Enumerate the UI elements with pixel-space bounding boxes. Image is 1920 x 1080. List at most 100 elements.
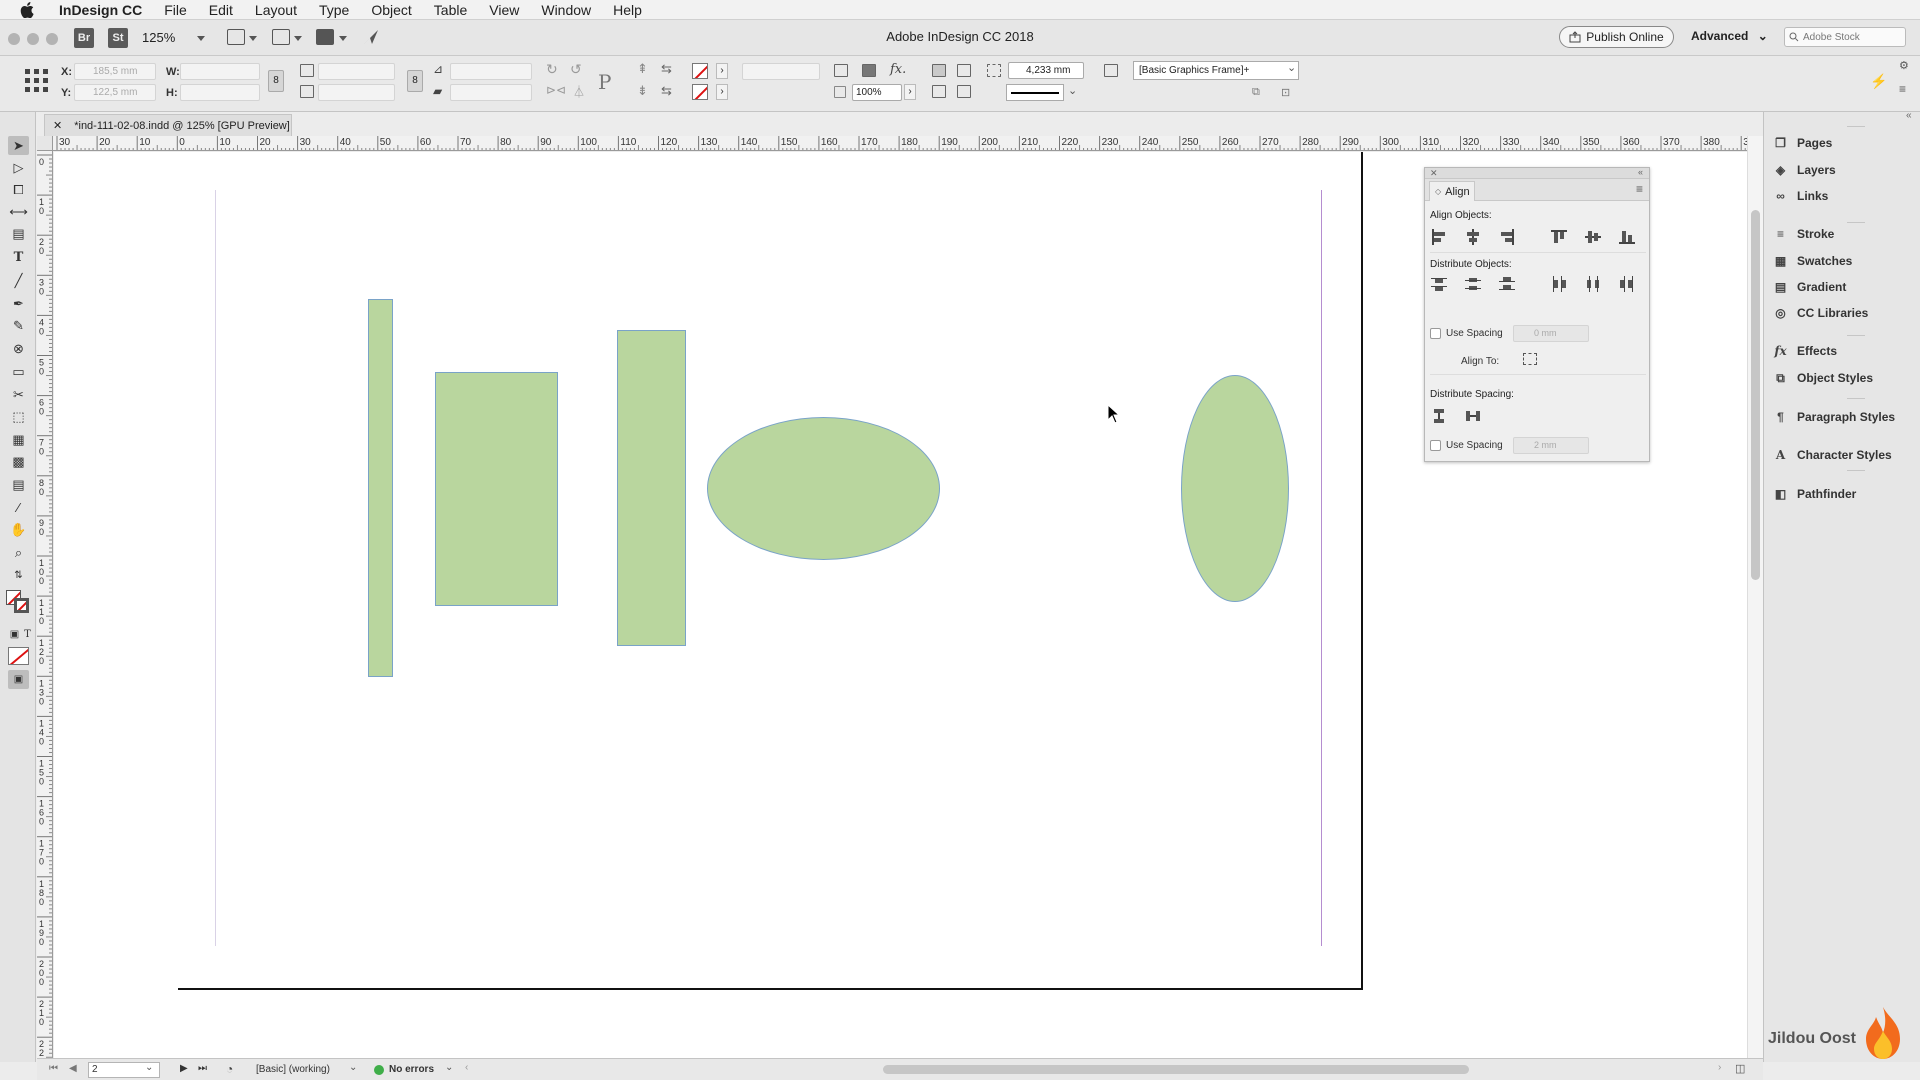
zoom-dropdown-icon[interactable] [197, 36, 205, 41]
quick-apply-icon[interactable]: ⚡ [1870, 73, 1887, 90]
distribute-right-edges-icon[interactable] [1619, 276, 1635, 292]
preflight-menu-icon[interactable]: ⌄ [445, 1062, 453, 1073]
collapse-dock-icon[interactable]: « [1906, 110, 1912, 121]
select-content-icon[interactable]: ⇟ [637, 83, 648, 99]
gradient-swatch-tool-icon[interactable]: ▦ [10, 432, 27, 447]
vertical-scroll-thumb[interactable] [1751, 210, 1760, 580]
menu-type[interactable]: Type [308, 2, 360, 18]
close-tab-icon[interactable]: ✕ [53, 119, 62, 132]
rotate-ccw-icon[interactable]: ↺ [570, 61, 582, 78]
last-page-icon[interactable]: ⏭ [198, 1063, 207, 1074]
menu-table[interactable]: Table [423, 2, 478, 18]
page-dropdown-icon[interactable]: ⌄ [145, 1062, 153, 1073]
object-style-select[interactable]: [Basic Graphics Frame]+ [1133, 61, 1299, 80]
distribute-bottom-edges-icon[interactable] [1499, 276, 1515, 292]
stroke-weight-value-field[interactable]: 4,233 mm [1008, 62, 1084, 79]
width-field[interactable] [180, 63, 260, 80]
hand-tool-icon[interactable]: ✋ [10, 522, 27, 537]
dock-item-links[interactable]: ∞ Links [1773, 187, 1828, 205]
apply-none-icon[interactable] [8, 647, 29, 665]
select-container-icon[interactable]: ⇞ [637, 61, 648, 77]
fit-frame-icon[interactable] [987, 64, 1001, 77]
content-collector-icon[interactable]: ▤ [10, 226, 27, 241]
tall-rectangle-frame[interactable] [617, 330, 686, 646]
note-tool-icon[interactable]: ▤ [10, 477, 27, 492]
edit-story-icon[interactable]: ◔ [226, 1062, 233, 1076]
height-field[interactable] [180, 84, 260, 101]
scale-x-field[interactable] [318, 63, 395, 80]
rectangle-tool-icon[interactable]: ▭ [10, 364, 27, 379]
vertical-ellipse-frame[interactable] [1181, 375, 1289, 602]
reference-point-icon[interactable] [23, 67, 51, 95]
constrain-scale-icon[interactable]: 8 [407, 70, 423, 92]
stroke-align-center-icon[interactable] [932, 64, 946, 77]
panel-menu-icon[interactable]: ≡ [1636, 182, 1643, 196]
next-page-icon[interactable]: ▶ [180, 1063, 188, 1074]
distribute-left-edges-icon[interactable] [1551, 276, 1567, 292]
menu-file[interactable]: File [153, 2, 198, 18]
screen-mode-normal-icon[interactable]: ▣ [8, 670, 29, 689]
split-window-icon[interactable]: ◫ [1735, 1062, 1745, 1075]
select-previous-icon[interactable]: ⇆ [661, 61, 672, 77]
scroll-right-icon[interactable]: › [1718, 1062, 1721, 1073]
corner-shape-icon[interactable] [957, 85, 971, 98]
rotate-cw-icon[interactable]: ↻ [546, 61, 558, 78]
apply-style-icon[interactable]: ⊡ [1281, 86, 1290, 99]
free-transform-tool-icon[interactable]: ⬚ [10, 409, 27, 424]
view-options-icon[interactable] [227, 29, 245, 45]
fill-swatch[interactable] [692, 63, 708, 79]
dock-item-swatches[interactable]: ▦ Swatches [1773, 252, 1853, 270]
send-icon[interactable] [362, 28, 380, 46]
stock-button[interactable]: St [108, 28, 128, 48]
previous-page-icon[interactable]: ◀ [69, 1063, 77, 1074]
collapse-panel-icon[interactable]: « [1638, 167, 1643, 177]
rotation-angle-field[interactable] [450, 63, 532, 80]
eyedropper-tool-icon[interactable]: ⁄ [10, 500, 27, 515]
close-window-button[interactable] [8, 33, 20, 45]
stock-search-input[interactable]: Adobe Stock [1784, 27, 1906, 47]
scroll-left-icon[interactable]: ‹ [465, 1062, 468, 1073]
horizontal-scroll-thumb[interactable] [883, 1065, 1469, 1074]
narrow-rectangle-frame[interactable] [368, 299, 393, 677]
menu-layout[interactable]: Layout [244, 2, 308, 18]
stroke-menu-icon[interactable]: › [716, 84, 728, 100]
menu-app-name[interactable]: InDesign CC [48, 2, 153, 18]
shear-angle-field[interactable] [450, 84, 532, 101]
line-tool-icon[interactable]: ╱ [10, 273, 27, 288]
stroke-type-select[interactable] [1006, 84, 1064, 101]
zoom-level[interactable]: 125% [142, 30, 175, 45]
ellipse-frame-tool-icon[interactable]: ⊗ [10, 341, 27, 356]
menu-edit[interactable]: Edit [198, 2, 244, 18]
bridge-button[interactable]: Br [74, 28, 94, 48]
auto-fit-icon[interactable] [1104, 64, 1118, 77]
fill-stroke-proxy-icon[interactable] [6, 590, 30, 614]
selection-tool-icon[interactable]: ➤ [8, 136, 29, 155]
pencil-tool-icon[interactable]: ✎ [10, 318, 27, 333]
constrain-proportions-icon[interactable]: 8 [268, 70, 284, 92]
default-fill-stroke-icon[interactable]: ⇅ [10, 568, 27, 583]
dock-item-layers[interactable]: ◈ Layers [1773, 161, 1836, 179]
stroke-type-dropdown-icon[interactable]: ⌄ [1068, 84, 1077, 97]
align-vertical-centers-icon[interactable] [1585, 229, 1601, 245]
horizontal-ruler[interactable]: 30 20 10 0 10 20 30 40 50 60 70 80 90 100 110 120 130 140… [53, 136, 1747, 151]
x-position-field[interactable]: 185,5 mm [74, 63, 156, 80]
clear-overrides-icon[interactable]: ⧉ [1252, 86, 1260, 99]
zoom-window-button[interactable] [46, 33, 58, 45]
distribute-horizontal-space-icon[interactable] [1465, 408, 1481, 424]
preflight-profile-dropdown-icon[interactable]: ⌄ [349, 1062, 357, 1073]
distribute-top-edges-icon[interactable] [1431, 276, 1447, 292]
align-top-edges-icon[interactable] [1551, 229, 1567, 245]
use-spacing-2-checkbox[interactable] [1430, 440, 1441, 451]
arrange-documents-icon[interactable] [316, 29, 334, 45]
ruler-origin[interactable] [37, 136, 53, 151]
direct-selection-tool-icon[interactable]: ▷ [10, 160, 27, 175]
distribute-vertical-centers-icon[interactable] [1465, 276, 1481, 292]
preflight-errors[interactable]: No errors [389, 1064, 434, 1075]
stroke-weight-field[interactable] [742, 63, 820, 80]
formatting-text-icon[interactable]: T [19, 627, 36, 642]
vertical-scrollbar[interactable] [1747, 136, 1763, 1058]
fill-menu-icon[interactable]: › [716, 63, 728, 79]
type-tool-icon[interactable]: T [10, 250, 27, 265]
align-tab[interactable]: ◇ Align [1429, 181, 1475, 201]
align-bottom-edges-icon[interactable] [1619, 229, 1635, 245]
